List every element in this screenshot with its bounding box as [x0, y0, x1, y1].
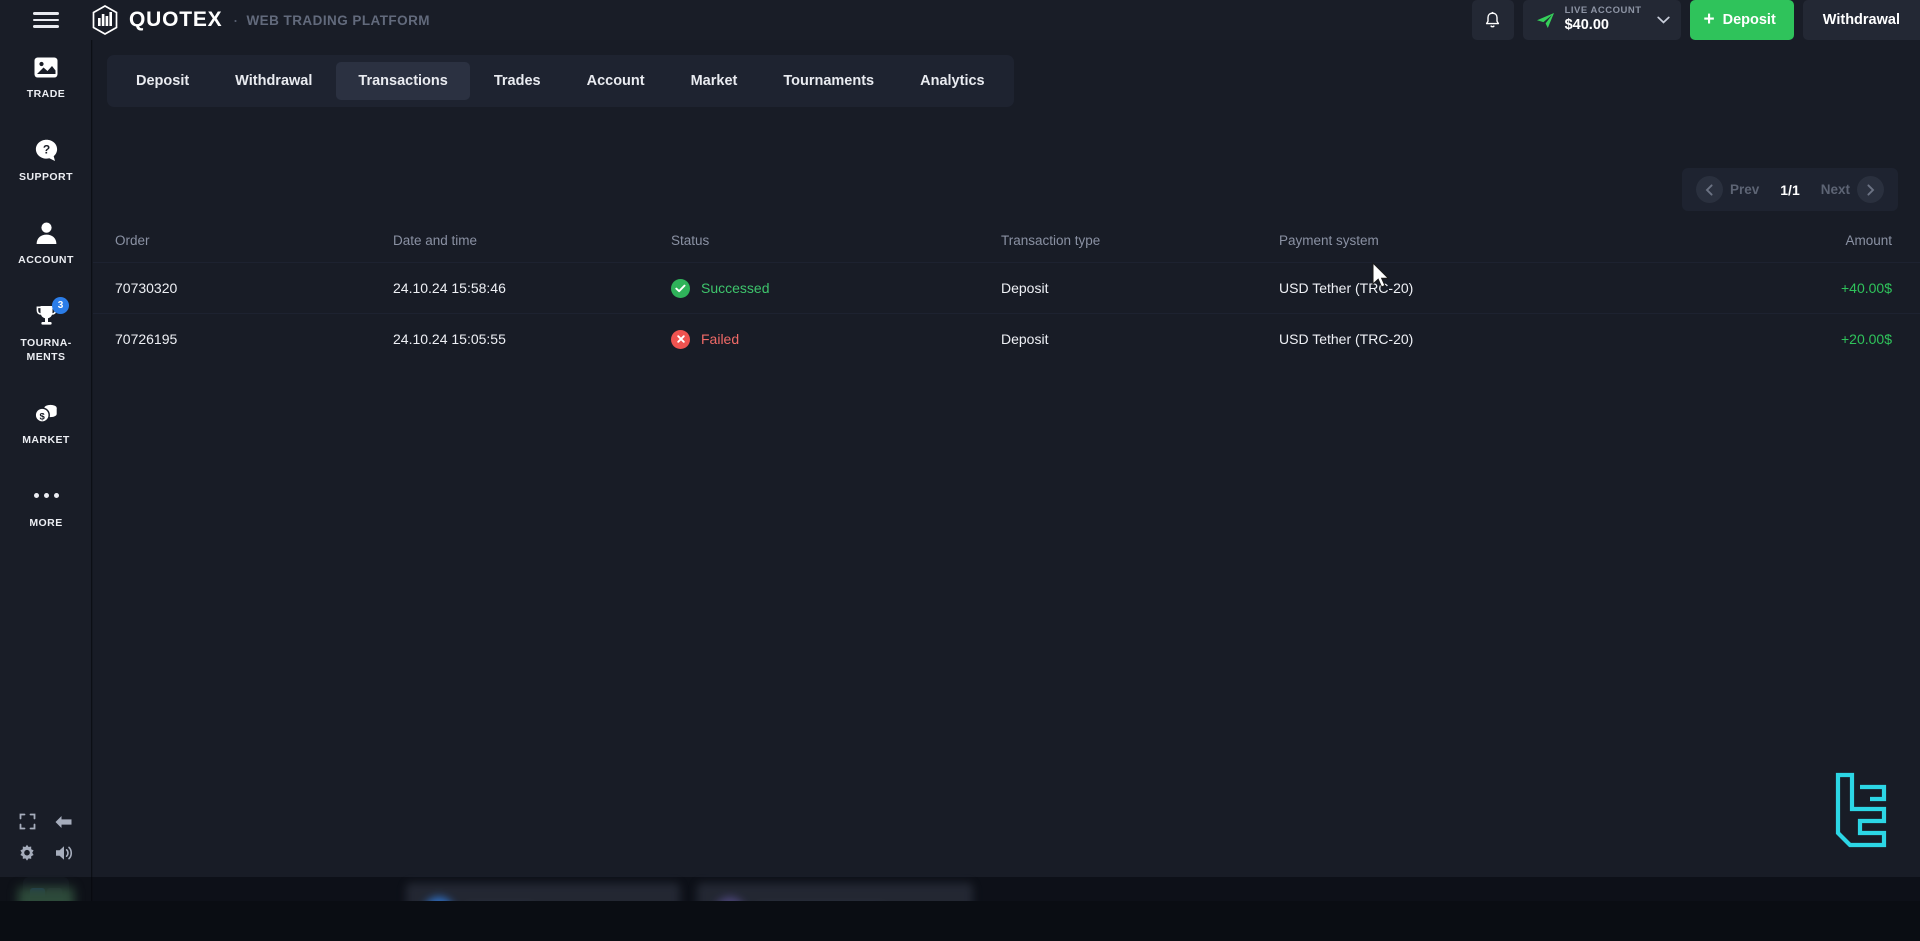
sidebar-item-more[interactable]: MORE	[0, 469, 92, 540]
sidebar-item-market[interactable]: $ MARKET	[0, 386, 92, 457]
coins-icon: $	[32, 399, 60, 427]
content-panel: Deposit Withdrawal Transactions Trades A…	[93, 40, 1920, 901]
cell-transaction-type: Deposit	[1001, 331, 1049, 347]
tab-bar: Deposit Withdrawal Transactions Trades A…	[107, 55, 1014, 107]
sidebar-item-label: ACCOUNT	[18, 254, 74, 267]
sidebar-item-label: MORE	[29, 516, 63, 529]
tab-tournaments[interactable]: Tournaments	[761, 62, 896, 100]
menu-toggle-button[interactable]	[0, 0, 92, 40]
sidebar-item-label: MARKET	[22, 433, 70, 446]
withdrawal-button[interactable]: Withdrawal	[1802, 0, 1920, 40]
top-bar: QUOTEX · WEB TRADING PLATFORM LIVE ACCOU…	[0, 0, 1920, 40]
column-header-transaction-type: Transaction type	[1001, 232, 1101, 248]
account-type-label: LIVE ACCOUNT	[1564, 5, 1642, 17]
cell-transaction-type: Deposit	[1001, 280, 1049, 296]
tab-market[interactable]: Market	[669, 62, 760, 100]
account-selector[interactable]: LIVE ACCOUNT $40.00	[1522, 0, 1681, 40]
table-row[interactable]: 70726195 24.10.24 15:05:55 Failed Deposi…	[93, 313, 1920, 364]
cell-order: 70726195	[115, 331, 178, 347]
lc-logo-watermark	[1835, 772, 1887, 848]
sidebar: TRADE ? SUPPORT ACCOUNT 3 TOURNA- MENTS …	[0, 40, 92, 941]
sidebar-item-label: TOURNA- MENTS	[20, 337, 72, 363]
cell-payment-system: USD Tether (TRC-20)	[1279, 331, 1414, 347]
cell-payment-system: USD Tether (TRC-20)	[1279, 280, 1414, 296]
tab-transactions[interactable]: Transactions	[336, 62, 470, 100]
next-page-button[interactable]: Next	[1813, 172, 1892, 207]
cell-amount: +40.00$	[1841, 280, 1892, 296]
column-header-payment-system: Payment system	[1279, 232, 1379, 248]
chevron-left-icon	[1695, 176, 1723, 203]
bell-icon	[1485, 11, 1500, 27]
sidebar-item-tournaments[interactable]: 3 TOURNA- MENTS	[0, 289, 92, 373]
quotex-logo-icon	[92, 5, 118, 35]
cell-amount: +20.00$	[1841, 331, 1892, 347]
column-header-order: Order	[115, 232, 150, 248]
plus-icon: +	[1703, 8, 1715, 30]
top-bar-actions: LIVE ACCOUNT $40.00 + Deposit Withdrawal	[1471, 0, 1920, 40]
prev-page-label: Prev	[1729, 182, 1760, 197]
sidebar-item-label: TRADE	[26, 88, 66, 100]
withdrawal-button-label: Withdrawal	[1822, 12, 1900, 28]
column-header-status: Status	[671, 232, 710, 248]
chevron-right-icon	[1857, 176, 1884, 203]
svg-text:$: $	[40, 411, 46, 422]
sidebar-item-label: SUPPORT	[19, 171, 73, 184]
sidebar-item-support[interactable]: ? SUPPORT	[0, 123, 92, 194]
tab-trades[interactable]: Trades	[472, 62, 563, 100]
brand-name: QUOTEX	[129, 8, 223, 31]
app-root: QUOTEX · WEB TRADING PLATFORM LIVE ACCOU…	[0, 0, 1920, 941]
cell-order: 70730320	[115, 280, 178, 296]
x-circle-icon	[671, 329, 690, 349]
sidebar-bottom-row-2	[0, 837, 92, 869]
sidebar-item-trade[interactable]: TRADE	[0, 40, 92, 111]
sidebar-item-account[interactable]: ACCOUNT	[0, 206, 92, 277]
transactions-table: Order Date and time Status Transaction t…	[93, 218, 1920, 364]
chart-image-icon	[32, 53, 60, 81]
tab-analytics[interactable]: Analytics	[898, 62, 1006, 100]
tournaments-badge: 3	[52, 297, 69, 315]
cell-status: Failed	[671, 329, 1001, 349]
status-label: Successed	[701, 280, 770, 296]
table-row[interactable]: 70730320 24.10.24 15:58:46 Successed Dep…	[93, 262, 1920, 313]
check-circle-icon	[671, 278, 690, 298]
tab-withdrawal[interactable]: Withdrawal	[213, 62, 334, 100]
chevron-down-icon	[1656, 16, 1670, 24]
cell-date-and-time: 24.10.24 15:58:46	[393, 280, 506, 296]
status-label: Failed	[701, 331, 740, 347]
deposit-button-label: Deposit	[1722, 12, 1776, 28]
gear-icon[interactable]	[18, 844, 36, 862]
pagination: Prev 1/1 Next	[1681, 168, 1898, 211]
cell-status: Successed	[671, 278, 1001, 298]
tab-account[interactable]: Account	[565, 62, 667, 100]
prev-page-button[interactable]: Prev	[1688, 172, 1767, 207]
svg-text:?: ?	[42, 142, 49, 156]
question-chat-icon: ?	[32, 136, 60, 164]
back-arrow-icon[interactable]	[54, 814, 73, 830]
table-header-row: Order Date and time Status Transaction t…	[93, 218, 1920, 262]
paper-plane-icon	[1536, 13, 1554, 28]
account-balance: $40.00	[1564, 17, 1609, 34]
sound-icon[interactable]	[54, 844, 74, 862]
column-header-date-and-time: Date and time	[393, 232, 478, 248]
brand[interactable]: QUOTEX	[92, 5, 222, 35]
page-indicator: 1/1	[1780, 181, 1800, 198]
column-header-amount: Amount	[1845, 232, 1892, 248]
account-info: LIVE ACCOUNT $40.00	[1565, 6, 1642, 33]
cell-date-and-time: 24.10.24 15:05:55	[393, 331, 506, 347]
trophy-icon: 3	[32, 297, 69, 330]
tab-deposit[interactable]: Deposit	[114, 62, 211, 100]
bottom-strip	[0, 901, 1920, 941]
ellipsis-icon	[32, 482, 60, 510]
user-icon	[32, 219, 60, 247]
hamburger-icon	[33, 8, 59, 31]
sidebar-bottom-row-1	[0, 806, 92, 837]
brand-separator: ·	[232, 10, 239, 30]
fullscreen-icon[interactable]	[19, 813, 36, 830]
next-page-label: Next	[1820, 182, 1850, 197]
brand-subtitle: WEB TRADING PLATFORM	[246, 12, 430, 28]
notifications-button[interactable]	[1471, 0, 1514, 40]
deposit-button[interactable]: + Deposit	[1689, 0, 1794, 40]
